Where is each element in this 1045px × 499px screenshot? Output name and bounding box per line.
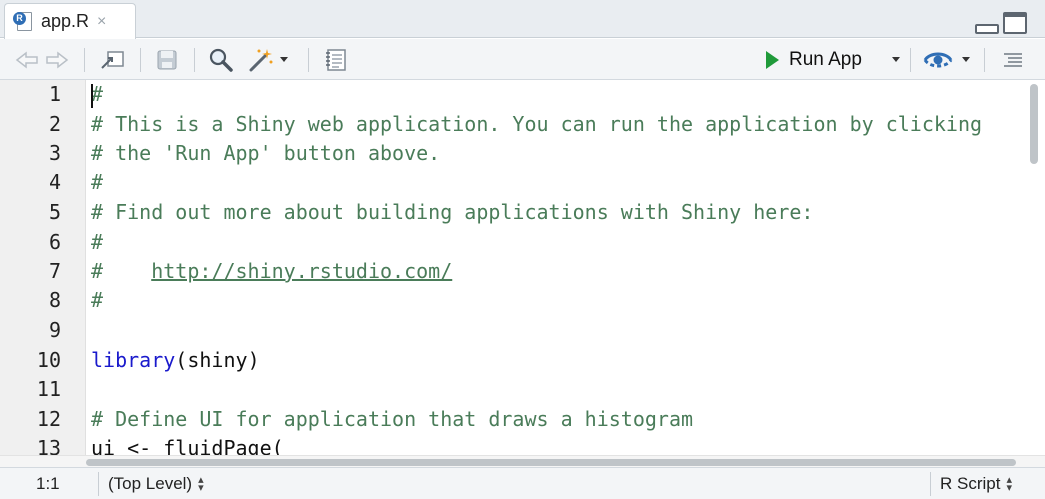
show-in-window-icon[interactable] <box>98 39 126 80</box>
line-number: 13 <box>36 436 61 455</box>
scope-label: (Top Level) <box>108 474 193 493</box>
tab-close-icon[interactable]: × <box>97 13 106 31</box>
code-editor[interactable]: 1 2 3 4 5 6 7 8 9 10 11 12 13 # # This i… <box>0 80 1045 455</box>
line-number: 1 <box>48 82 61 106</box>
magic-wand-icon <box>249 48 273 71</box>
horizontal-scrollbar[interactable] <box>86 459 1016 466</box>
line-number: 3 <box>48 141 61 165</box>
tab-title: app.R <box>41 11 90 31</box>
line-number: 10 <box>36 348 61 372</box>
run-app-label: Run App <box>789 48 862 70</box>
shiny-url-link[interactable]: http://shiny.rstudio.com/ <box>151 259 452 283</box>
publish-button[interactable] <box>918 39 974 80</box>
code-line[interactable]: # Define UI for application that draws a… <box>91 407 693 431</box>
file-type-label: R Script <box>940 474 1001 493</box>
line-number: 12 <box>36 407 61 431</box>
notebook-icon[interactable] <box>322 39 350 80</box>
status-bar: 1:1 (Top Level) ▴ ▾ R Script ▴ ▾ <box>0 467 1045 499</box>
line-number: 9 <box>48 318 61 342</box>
code-line[interactable]: # <box>91 230 103 254</box>
vertical-scrollbar[interactable] <box>1030 84 1038 164</box>
editor-toolbar: Run App <box>0 39 1045 80</box>
forward-arrow-icon[interactable] <box>44 39 70 80</box>
run-app-options-button[interactable] <box>888 39 904 80</box>
function-name: library <box>91 348 176 372</box>
outline-icon[interactable] <box>998 39 1028 80</box>
editor-tab-bar: R app.R × <box>0 0 1045 39</box>
line-number: 8 <box>48 288 61 312</box>
code-line[interactable]: # http://shiny.rstudio.com/ <box>91 259 452 283</box>
comment-prefix: # <box>91 259 152 283</box>
text-cursor <box>91 84 93 108</box>
line-number: 5 <box>48 200 61 224</box>
code-line[interactable]: # <box>91 170 103 194</box>
run-app-button[interactable]: Run App <box>766 39 862 80</box>
line-number: 11 <box>36 377 61 401</box>
publish-icon <box>923 52 953 67</box>
r-file-icon: R <box>13 11 33 32</box>
line-number-gutter: 1 2 3 4 5 6 7 8 9 10 11 12 13 <box>0 80 86 455</box>
function-arg: shiny <box>187 348 248 372</box>
code-line[interactable]: # the 'Run App' button above. <box>91 141 440 165</box>
scope-selector[interactable]: (Top Level) ▴ ▾ <box>108 474 204 494</box>
play-icon <box>766 50 779 69</box>
code-tools-menu[interactable] <box>248 39 288 80</box>
code-line[interactable]: ui <- fluidPage( <box>91 436 284 455</box>
updown-icon: ▴ ▾ <box>198 474 204 494</box>
line-number: 4 <box>48 170 61 194</box>
search-icon[interactable] <box>206 39 236 80</box>
back-arrow-icon[interactable] <box>14 39 40 80</box>
updown-icon: ▴ ▾ <box>1006 474 1012 494</box>
chevron-down-icon <box>892 57 900 62</box>
minimize-pane-icon[interactable] <box>975 24 999 34</box>
horizontal-scrollbar-track <box>0 455 1045 467</box>
save-icon[interactable] <box>154 39 180 80</box>
pane-window-controls <box>975 12 1027 34</box>
line-number: 6 <box>48 230 61 254</box>
code-line[interactable]: # This is a Shiny web application. You c… <box>91 112 982 136</box>
cursor-position: 1:1 <box>36 474 60 493</box>
tab-app-r[interactable]: R app.R × <box>4 3 136 39</box>
maximize-pane-icon[interactable] <box>1003 12 1027 34</box>
code-line[interactable]: library(shiny) <box>91 348 260 372</box>
code-line[interactable]: # <box>91 288 103 312</box>
file-type-selector[interactable]: R Script ▴ ▾ <box>940 474 1012 494</box>
code-line[interactable]: # Find out more about building applicati… <box>91 200 813 224</box>
line-number: 7 <box>48 259 61 283</box>
line-number: 2 <box>48 112 61 136</box>
